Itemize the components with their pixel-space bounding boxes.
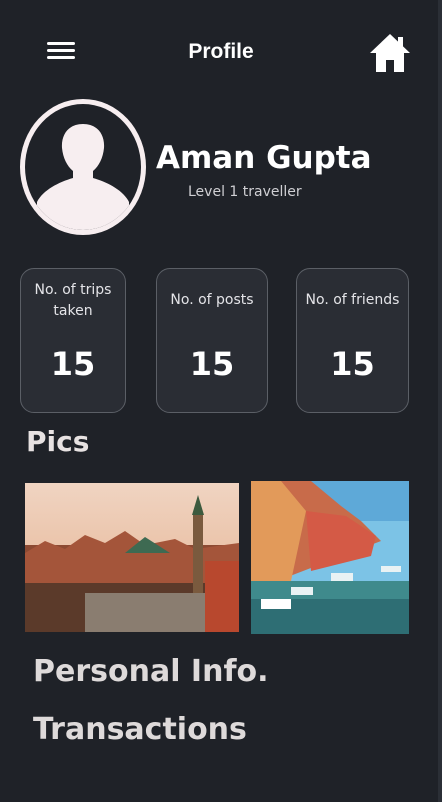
old-town-city-skyline-photo[interactable] bbox=[25, 483, 239, 632]
user-name: Aman Gupta bbox=[156, 140, 372, 176]
stat-card-trips[interactable]: No. of trips taken 15 bbox=[20, 268, 126, 413]
stat-label: No. of friends bbox=[305, 292, 400, 308]
stat-label: No. of trips bbox=[34, 282, 112, 298]
personal-info-link[interactable]: Personal Info. bbox=[33, 654, 269, 689]
screen-edge bbox=[438, 0, 442, 802]
stat-label-line2: taken bbox=[53, 303, 93, 319]
stat-card-friends[interactable]: No. of friends 15 bbox=[296, 268, 409, 413]
stat-label: No. of posts bbox=[170, 292, 254, 308]
stat-value: 15 bbox=[189, 345, 235, 383]
stat-card-posts[interactable]: No. of posts 15 bbox=[156, 268, 268, 413]
avatar[interactable] bbox=[20, 99, 146, 235]
pics-section-title: Pics bbox=[26, 425, 90, 458]
stat-value: 15 bbox=[330, 345, 375, 383]
transactions-link[interactable]: Transactions bbox=[33, 712, 247, 747]
canal-with-boats-photo[interactable] bbox=[251, 481, 409, 634]
top-bar: Profile bbox=[0, 0, 442, 100]
user-level: Level 1 traveller bbox=[188, 184, 302, 200]
stat-value: 15 bbox=[50, 345, 96, 383]
home-icon[interactable] bbox=[368, 32, 412, 74]
user-silhouette-icon bbox=[37, 124, 129, 230]
